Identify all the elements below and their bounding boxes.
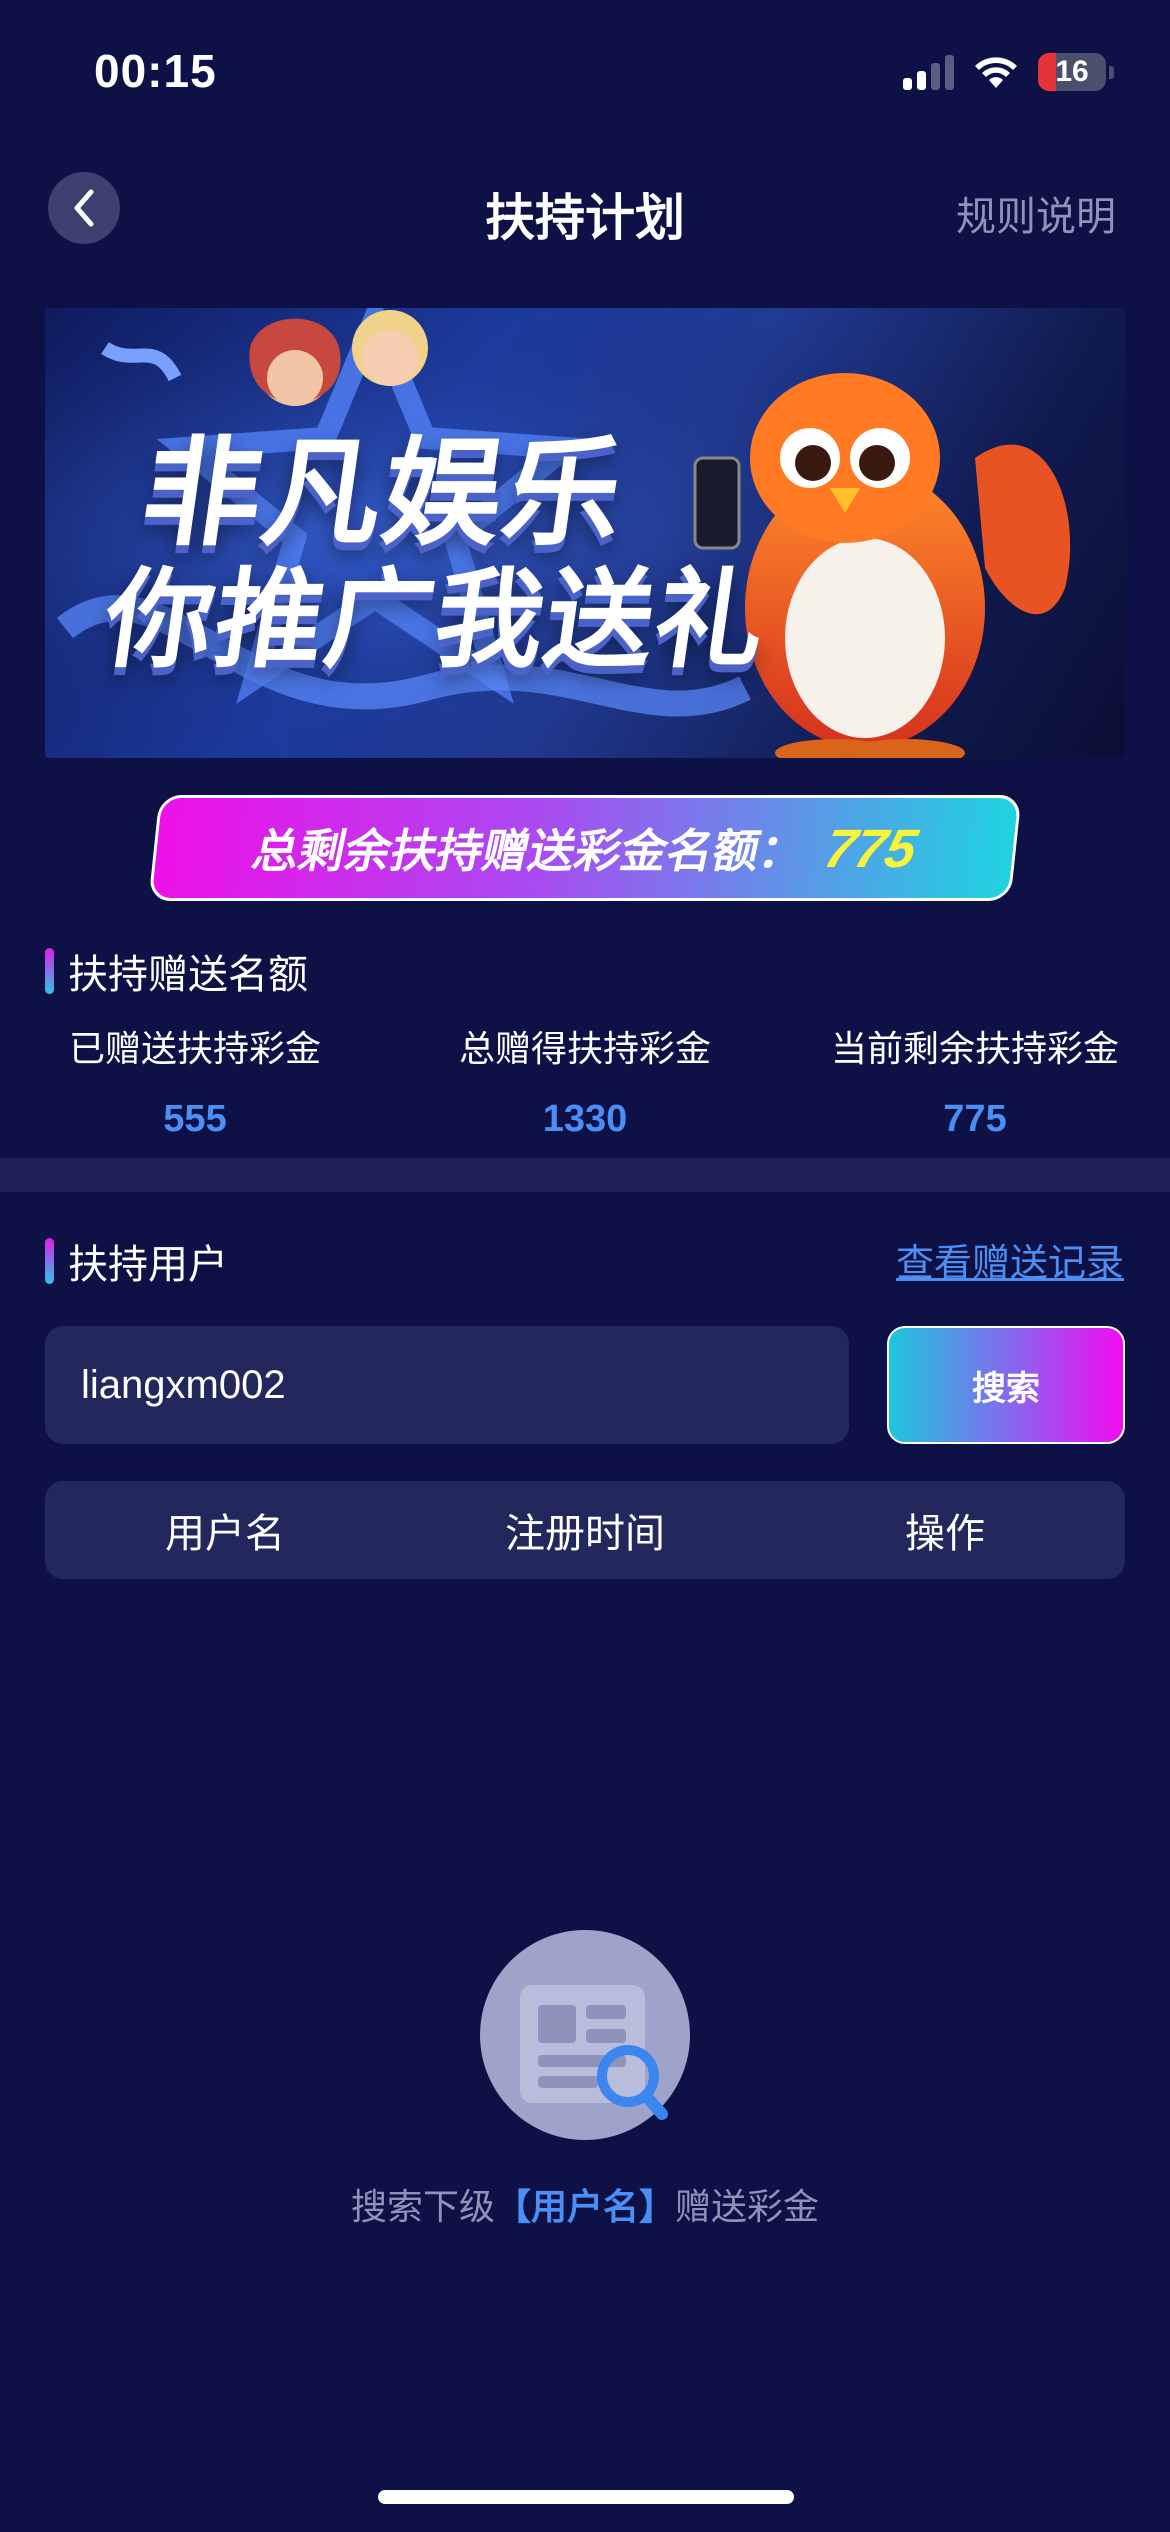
- search-document-icon: [480, 1930, 690, 2140]
- battery-icon: 16: [1038, 53, 1114, 91]
- section-accent-bar: [45, 948, 54, 994]
- promo-banner[interactable]: 非凡娱乐 你推广我送礼: [45, 308, 1125, 758]
- stat-total: 总赠得扶持彩金 1330: [390, 1020, 780, 1141]
- support-quota-header: 扶持赠送名额: [45, 942, 308, 1000]
- empty-state-text: 搜索下级【用户名】赠送彩金: [0, 2178, 1170, 2230]
- rules-link[interactable]: 规则说明: [956, 184, 1116, 242]
- banner-headline: 非凡娱乐 你推广我送礼: [97, 424, 793, 683]
- status-icons: 16: [903, 52, 1114, 92]
- home-indicator[interactable]: [378, 2490, 794, 2504]
- battery-level: 16: [1055, 55, 1089, 88]
- view-gift-records-link[interactable]: 查看赠送记录: [896, 1232, 1124, 1287]
- column-header-username: 用户名: [165, 1511, 285, 1557]
- stat-remaining: 当前剩余扶持彩金 775: [780, 1020, 1170, 1141]
- empty-text-suffix: 赠送彩金: [675, 2187, 820, 2228]
- screen: 00:15 16 扶持计划 规则说明 非凡娱乐 你推广我送礼 总剩余扶持赠送彩金…: [0, 0, 1170, 2532]
- stat-label: 已赠送扶持彩金: [68, 1029, 321, 1070]
- stat-value: 555: [163, 1098, 227, 1140]
- banner-line1: 非凡娱乐: [134, 424, 634, 562]
- table-header: 用户名 注册时间 操作: [45, 1481, 1125, 1579]
- support-users-header: 扶持用户: [45, 1232, 228, 1290]
- stat-label: 当前剩余扶持彩金: [830, 1029, 1119, 1070]
- banner-line2: 你推广我送礼: [97, 558, 775, 683]
- username-search-input[interactable]: [45, 1326, 849, 1444]
- quota-label: 总剩余扶持赠送彩金名额：: [247, 824, 811, 878]
- search-button[interactable]: 搜索: [887, 1326, 1125, 1444]
- stat-value: 1330: [542, 1098, 628, 1140]
- quota-value: 775: [819, 819, 923, 879]
- column-header-action: 操作: [905, 1511, 985, 1557]
- section-divider: [0, 1158, 1170, 1192]
- empty-text-prefix: 搜索下级: [350, 2187, 495, 2228]
- signal-icon: [903, 54, 954, 90]
- section-title: 扶持赠送名额: [68, 952, 308, 998]
- wifi-icon: [975, 57, 1017, 88]
- stat-value: 775: [943, 1098, 1007, 1140]
- column-header-register-time: 注册时间: [505, 1511, 665, 1557]
- section-title: 扶持用户: [68, 1242, 228, 1288]
- stat-label: 总赠得扶持彩金: [458, 1029, 711, 1070]
- empty-text-highlight: 【用户名】: [494, 2187, 675, 2228]
- status-time: 00:15: [94, 45, 217, 97]
- section-accent-bar: [45, 1238, 54, 1284]
- remaining-quota-pill: 总剩余扶持赠送彩金名额： 775: [148, 795, 1022, 901]
- quota-stats: 已赠送扶持彩金 555 总赠得扶持彩金 1330 当前剩余扶持彩金 775: [0, 1020, 1170, 1141]
- stat-gifted: 已赠送扶持彩金 555: [0, 1020, 390, 1141]
